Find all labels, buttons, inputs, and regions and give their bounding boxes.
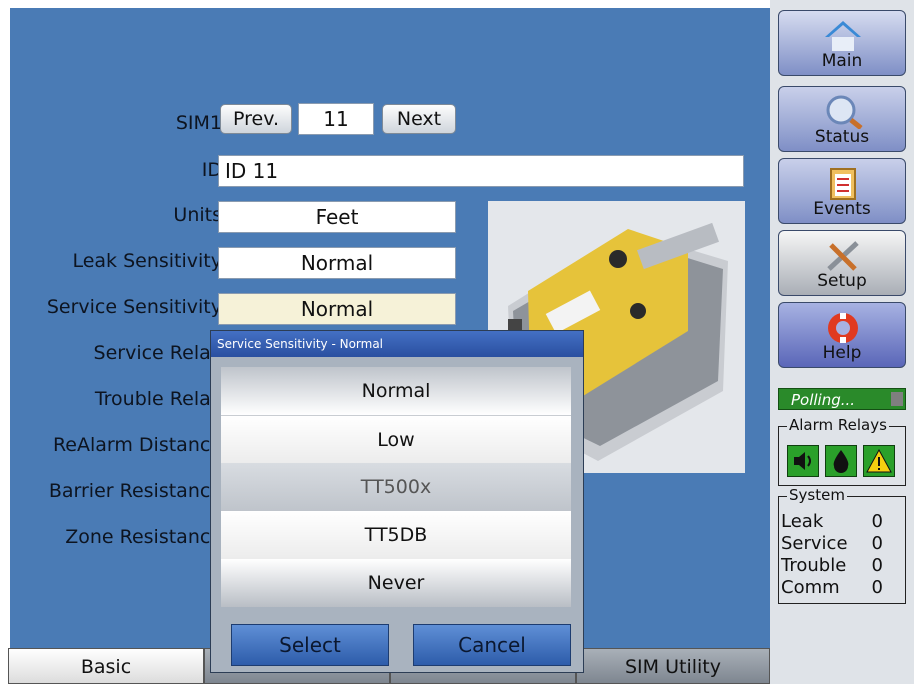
system-row-comm: Comm 0: [781, 577, 889, 599]
clipboard-icon: [830, 168, 856, 200]
system-row-trouble: Trouble 0: [781, 555, 889, 577]
option-low[interactable]: Low: [221, 415, 571, 464]
nav-status[interactable]: Status: [778, 86, 906, 152]
nav-setup[interactable]: Setup: [778, 230, 906, 296]
option-never[interactable]: Never: [221, 559, 571, 607]
leak-sensitivity-label: Leak Sensitivity: [72, 250, 222, 272]
system-label: Leak: [781, 511, 824, 532]
units-label: Units: [173, 204, 222, 226]
dialog-title: Service Sensitivity - Normal: [211, 331, 583, 357]
house-icon: [825, 21, 861, 51]
system-label: Comm: [781, 577, 840, 598]
units-field[interactable]: Feet: [218, 201, 456, 233]
nav-main-label: Main: [821, 51, 863, 71]
service-sensitivity-label: Service Sensitivity: [46, 296, 222, 318]
system-title: System: [787, 486, 847, 504]
nav-events-label: Events: [813, 199, 871, 219]
system-group: System Leak 0 Service 0 Trouble 0 Comm 0: [778, 486, 906, 604]
sim-number-field[interactable]: 11: [298, 103, 374, 135]
lifebuoy-icon: [828, 313, 858, 343]
system-row-service: Service 0: [781, 533, 889, 555]
nav-status-label: Status: [814, 127, 870, 147]
system-label: Trouble: [781, 555, 847, 576]
screen: SIM1 ID Units Leak Sensitivity Service S…: [0, 0, 914, 684]
next-button[interactable]: Next: [382, 104, 456, 134]
realarm-distance-label: ReAlarm Distance: [52, 434, 222, 456]
id-field[interactable]: ID 11: [218, 155, 744, 187]
system-value: 0: [871, 555, 883, 576]
zone-resistance-label: Zone Resistance: [65, 526, 222, 548]
leak-sensitivity-field[interactable]: Normal: [218, 247, 456, 279]
barrier-resistance-label: Barrier Resistance: [48, 480, 222, 502]
magnifier-icon: [826, 95, 863, 129]
system-label: Service: [781, 533, 848, 554]
side-panel: Main Status Events Setup Help Polling...…: [770, 0, 914, 684]
nav-main[interactable]: Main: [778, 10, 906, 76]
option-tt500x[interactable]: TT500x: [221, 463, 571, 511]
tab-basic[interactable]: Basic: [8, 648, 204, 684]
system-value: 0: [871, 533, 883, 554]
alarm-relays-title: Alarm Relays: [787, 416, 889, 434]
system-row-leak: Leak 0: [781, 511, 889, 533]
drop-icon[interactable]: [825, 445, 857, 477]
options-list: Normal Low TT500x TT5DB Never: [221, 367, 571, 611]
cancel-button[interactable]: Cancel: [413, 624, 571, 666]
nav-help-label: Help: [822, 343, 862, 363]
nav-help[interactable]: Help: [778, 302, 906, 368]
system-value: 0: [871, 577, 883, 598]
service-relay-label: Service Relay: [93, 342, 222, 364]
alarm-relays-group: Alarm Relays: [778, 416, 906, 486]
nav-events[interactable]: Events: [778, 158, 906, 224]
warning-icon[interactable]: [863, 445, 895, 477]
tools-icon: [827, 241, 859, 271]
field-labels: SIM1 ID Units Leak Sensitivity Service S…: [10, 8, 222, 684]
tab-sim-utility[interactable]: SIM Utility: [576, 648, 770, 684]
polling-text: Polling...: [791, 391, 856, 409]
system-value: 0: [871, 511, 883, 532]
service-sensitivity-field[interactable]: Normal: [218, 293, 456, 325]
polling-status: Polling...: [778, 388, 906, 410]
prev-button[interactable]: Prev.: [220, 104, 292, 134]
nav-setup-label: Setup: [817, 271, 867, 291]
trouble-relay-label: Trouble Relay: [94, 388, 222, 410]
service-sensitivity-dialog: Service Sensitivity - Normal Normal Low …: [210, 330, 584, 673]
select-button[interactable]: Select: [231, 624, 389, 666]
sim-label: SIM1: [175, 112, 222, 134]
option-tt5db[interactable]: TT5DB: [221, 511, 571, 559]
option-normal[interactable]: Normal: [221, 367, 571, 415]
speaker-icon[interactable]: [787, 445, 819, 477]
polling-indicator: [891, 392, 903, 406]
